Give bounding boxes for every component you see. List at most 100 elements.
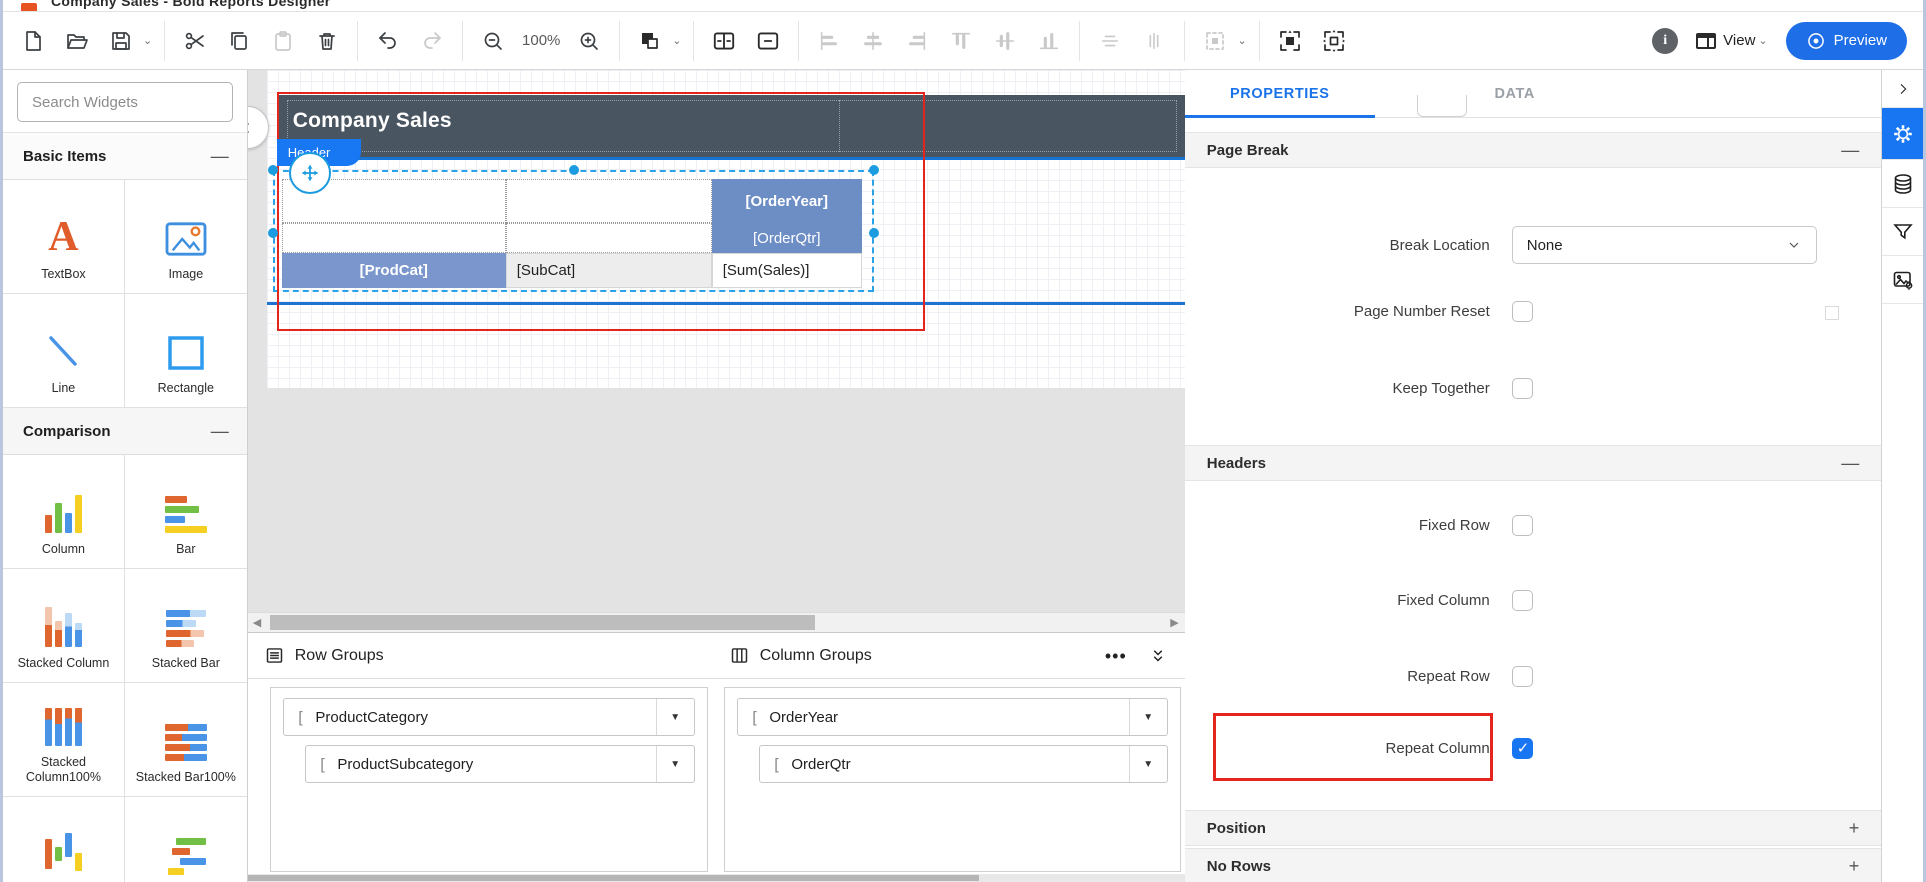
tablix-cell-sumsales[interactable]: [Sum(Sales)] [712,253,862,288]
group-orderyear[interactable]: [ OrderYear ▼ [737,698,1168,736]
theme-color-button[interactable] [632,23,668,59]
hscroll-thumb[interactable] [270,615,815,630]
open-report-button[interactable] [59,23,95,59]
scroll-left-arrow-icon[interactable]: ◀ [253,616,261,629]
collapse-section-icon[interactable]: — [211,421,229,442]
page-number-reset-checkbox[interactable] [1512,301,1533,322]
expand-section-icon[interactable]: + [1849,818,1860,839]
delete-button[interactable] [309,23,345,59]
widget-range-column-chart[interactable]: Range Column [3,797,125,882]
widget-stacked-bar-chart[interactable]: Stacked Bar [125,569,247,683]
align-middle-icon[interactable] [987,23,1023,59]
panel-collapse-button[interactable] [1882,70,1923,108]
properties-tool-button[interactable] [1882,108,1923,160]
section-position[interactable]: Position + [1185,810,1881,846]
view-dropdown[interactable]: View ⌄ [1696,32,1767,49]
selection-handle[interactable] [569,165,579,175]
widget-stacked-column-chart[interactable]: Stacked Column [3,569,125,683]
section-page-break[interactable]: Page Break — [1185,132,1881,168]
select-menu-chevron-icon[interactable]: ⌄ [1237,34,1246,47]
sidebar-collapse-button[interactable] [248,106,269,149]
scroll-right-arrow-icon[interactable]: ▶ [1170,616,1178,629]
tablix-cell-empty[interactable] [506,223,712,253]
marquee-select-icon[interactable] [1197,23,1233,59]
zoom-in-button[interactable] [571,23,607,59]
preview-button[interactable]: Preview [1786,22,1907,60]
tablix-cell-orderyear[interactable]: [OrderYear] [712,179,862,223]
cut-button[interactable] [177,23,213,59]
group-dropdown-button[interactable]: ▼ [656,699,694,735]
align-bottom-icon[interactable] [1031,23,1067,59]
group-productsubcategory[interactable]: [ ProductSubcategory ▼ [305,745,695,783]
zoom-out-button[interactable] [475,23,511,59]
data-tool-button[interactable] [1882,160,1923,208]
align-center-icon[interactable] [855,23,891,59]
tablix-cell-empty[interactable] [282,223,506,253]
widget-rectangle[interactable]: Rectangle [125,294,247,408]
fixed-column-checkbox[interactable] [1512,590,1533,611]
group-dropdown-button[interactable]: ▼ [1129,699,1167,735]
tab-data[interactable]: DATA [1455,70,1575,117]
align-left-icon[interactable] [811,23,847,59]
theme-menu-chevron-icon[interactable]: ⌄ [672,34,681,47]
undo-button[interactable] [370,23,406,59]
tablix-cell-empty[interactable] [506,179,712,223]
widget-textbox[interactable]: A TextBox [3,180,125,294]
new-report-button[interactable] [15,23,51,59]
canvas-hscrollbar[interactable]: ◀ ▶ [248,612,1185,632]
keep-together-checkbox[interactable] [1512,378,1533,399]
redo-button[interactable] [414,23,450,59]
save-menu-chevron-icon[interactable]: ⌄ [143,34,152,47]
repeat-row-checkbox[interactable] [1512,666,1533,687]
section-no-rows[interactable]: No Rows + [1185,848,1881,882]
tablix-move-handle[interactable] [289,152,331,194]
fixed-row-checkbox[interactable] [1512,515,1533,536]
split-row-button[interactable] [750,23,786,59]
section-basic-items[interactable]: Basic Items — [3,133,247,180]
split-column-button[interactable] [706,23,742,59]
tablix-cell-subcat[interactable]: [SubCat] [506,253,712,288]
report-page[interactable]: Company Sales Header [267,70,1185,388]
fit-to-selection-icon[interactable] [1316,23,1352,59]
report-title-textbox[interactable]: Company Sales [293,109,452,133]
collapse-section-icon[interactable]: — [1841,453,1859,474]
repeat-column-checkbox[interactable] [1512,738,1533,759]
save-button[interactable] [103,23,139,59]
align-right-icon[interactable] [899,23,935,59]
distribute-horizontal-icon[interactable] [1092,23,1128,59]
group-productcategory[interactable]: [ ProductCategory ▼ [283,698,695,736]
tab-properties[interactable]: PROPERTIES [1185,70,1375,117]
collapse-section-icon[interactable]: — [211,146,229,167]
collapse-section-icon[interactable]: — [1841,140,1859,161]
groups-hscroll-thumb[interactable] [248,875,979,881]
collapse-groups-icon[interactable] [1149,647,1167,665]
widget-range-bar-chart[interactable]: Range Bar [125,797,247,882]
copy-button[interactable] [221,23,257,59]
break-location-select[interactable]: None [1512,226,1817,264]
widget-line[interactable]: Line [3,294,125,408]
group-dropdown-button[interactable]: ▼ [1129,746,1167,782]
selection-handle[interactable] [268,228,278,238]
info-button[interactable]: i [1652,28,1678,54]
group-dropdown-button[interactable]: ▼ [656,746,694,782]
selection-handle[interactable] [869,165,879,175]
groups-more-button[interactable]: ••• [1105,651,1127,661]
section-headers[interactable]: Headers — [1185,445,1881,481]
image-settings-tool-button[interactable] [1882,256,1923,304]
widget-stacked-bar100-chart[interactable]: Stacked Bar100% [125,683,247,797]
widget-column-chart[interactable]: Column [3,455,125,569]
fit-to-window-icon[interactable] [1272,23,1308,59]
widget-image[interactable]: Image [125,180,247,294]
paste-button[interactable] [265,23,301,59]
tablix-cell-orderqtr[interactable]: [OrderQtr] [712,223,862,253]
widget-stacked-column100-chart[interactable]: Stacked Column100% [3,683,125,797]
groups-hscrollbar[interactable] [248,874,1185,882]
section-comparison[interactable]: Comparison — [3,408,247,455]
group-orderqtr[interactable]: [ OrderQtr ▼ [759,745,1168,783]
report-canvas[interactable]: Company Sales Header [248,70,1185,612]
expand-section-icon[interactable]: + [1849,856,1860,877]
selection-handle[interactable] [869,228,879,238]
align-top-icon[interactable] [943,23,979,59]
tablix-cell-prodcat[interactable]: [ProdCat] [282,253,506,288]
distribute-vertical-icon[interactable] [1136,23,1172,59]
